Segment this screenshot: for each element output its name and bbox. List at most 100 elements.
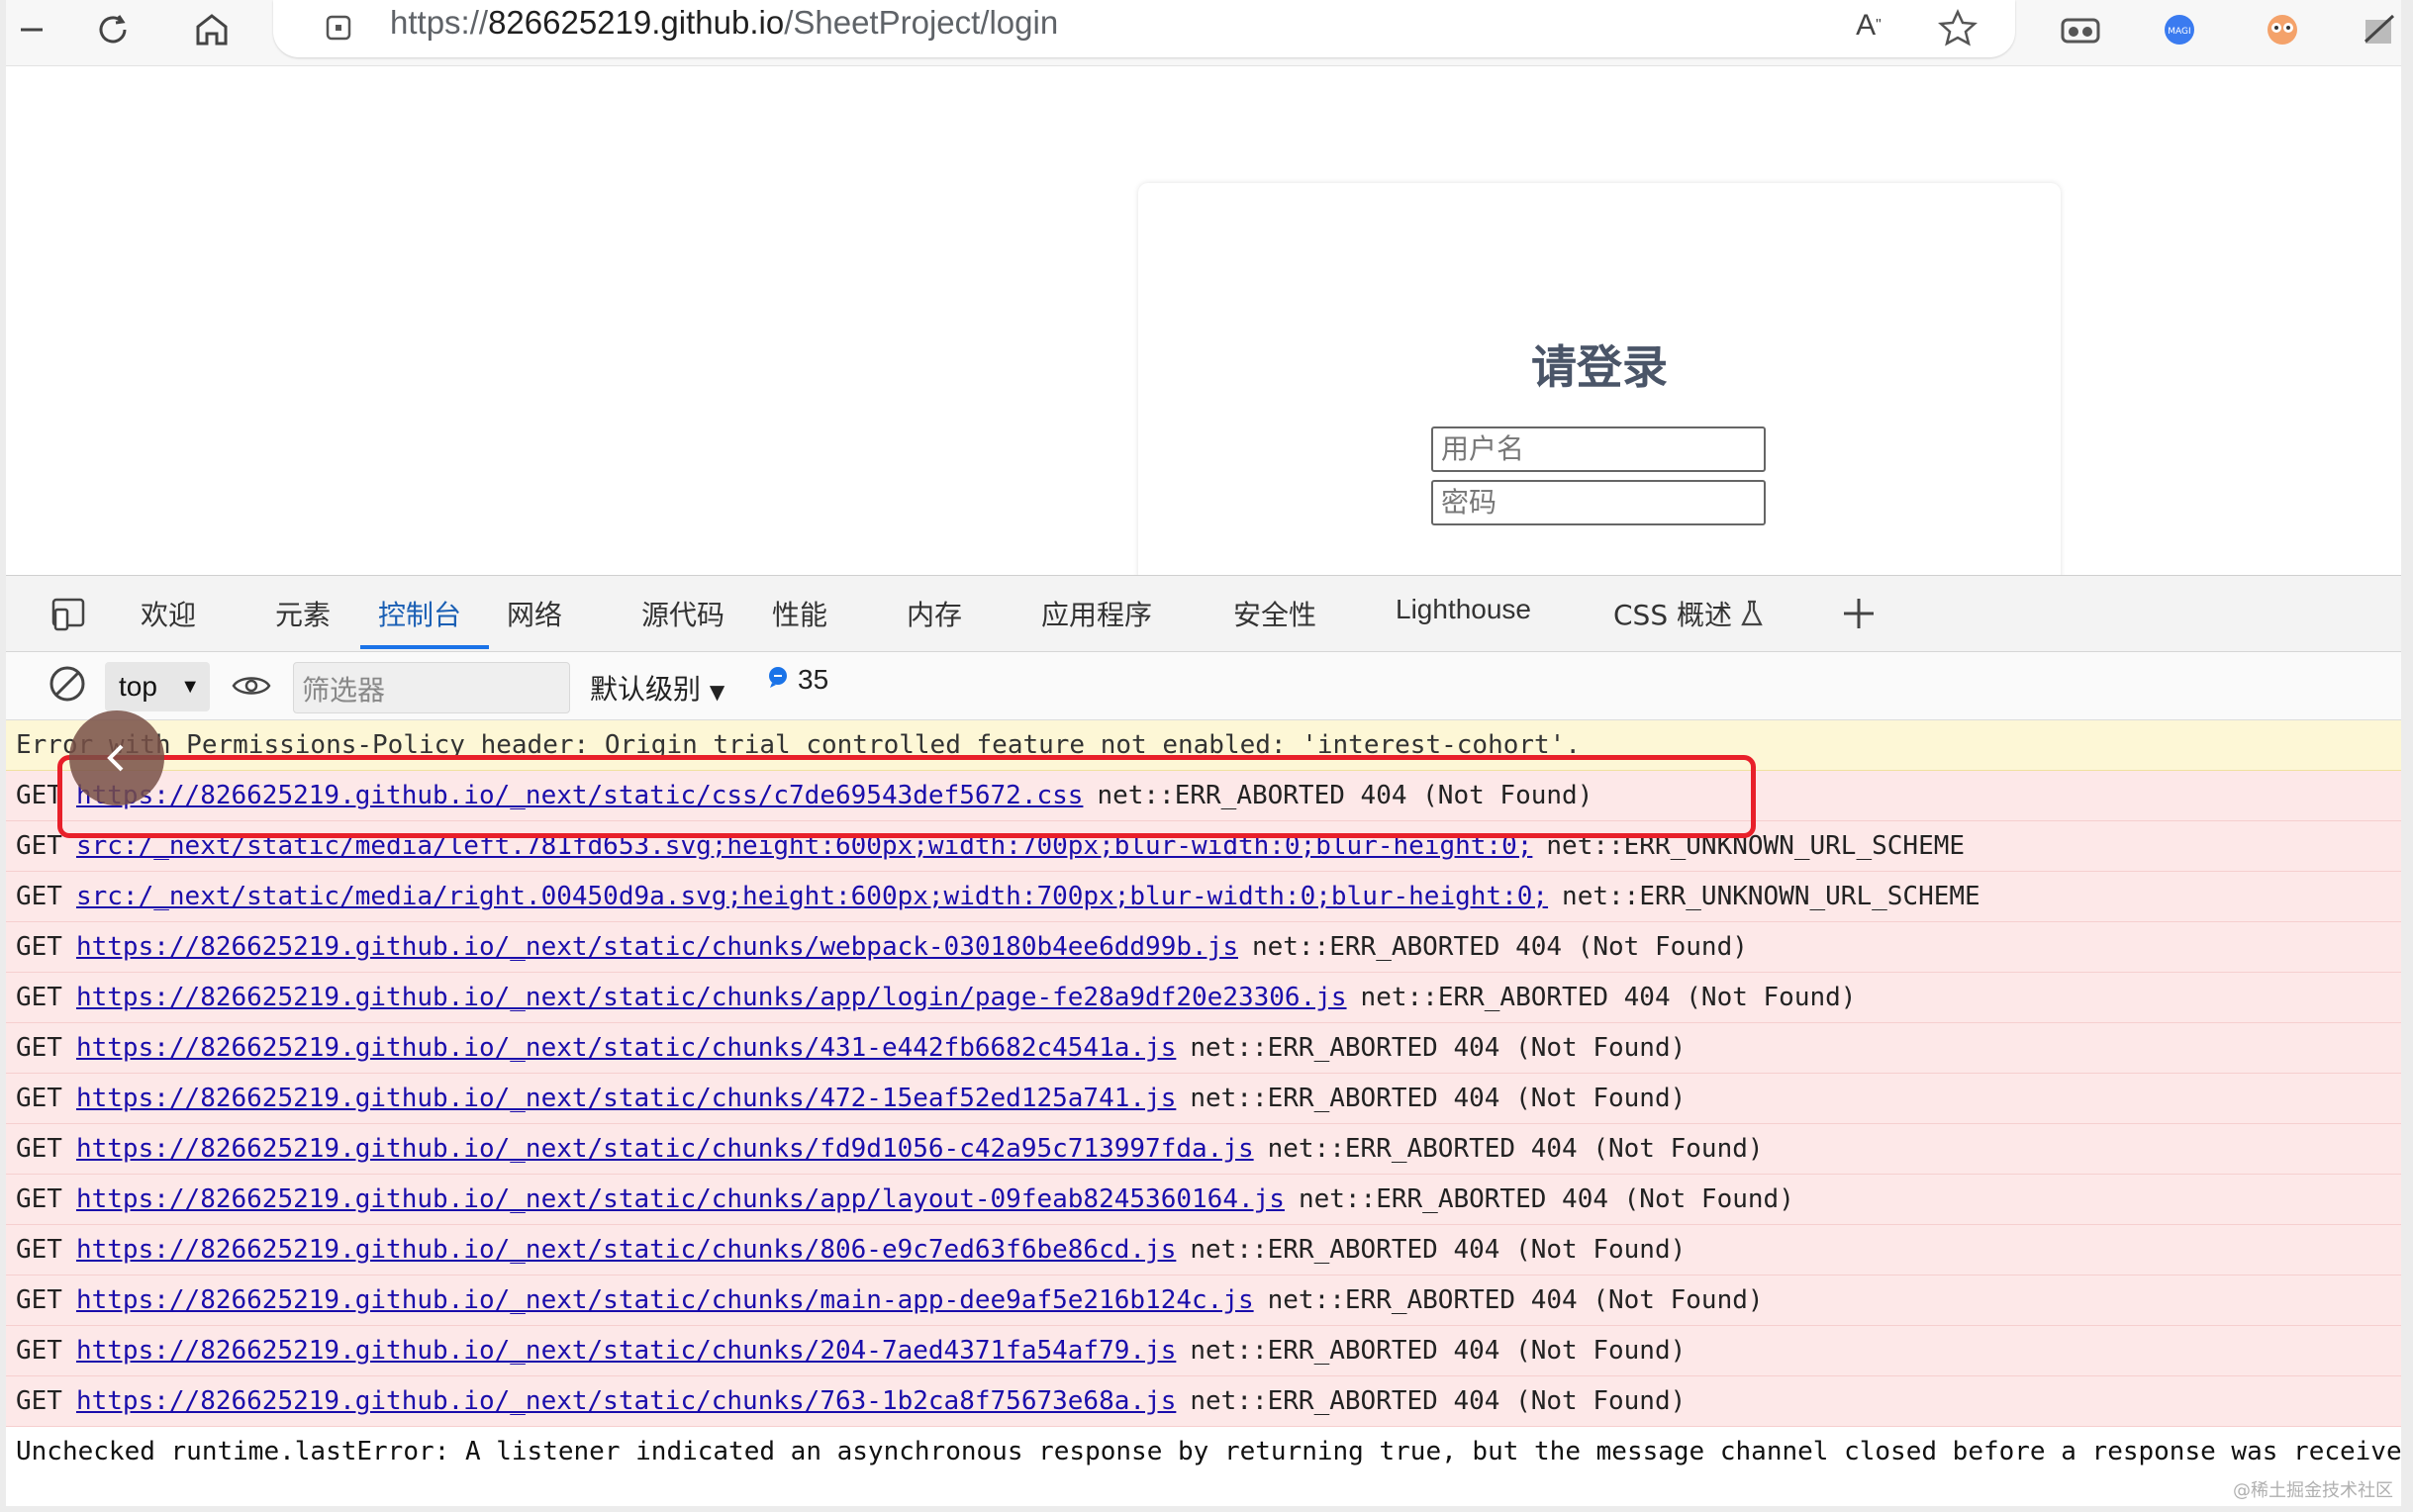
site-info-icon[interactable]	[313, 2, 364, 53]
request-method: GET	[16, 1386, 62, 1416]
add-tab-icon[interactable]	[1833, 588, 1884, 639]
tab-application[interactable]: 应用程序	[1041, 594, 1152, 633]
request-status: net::ERR_ABORTED 404 (Not Found)	[1190, 1336, 1687, 1366]
tab-security[interactable]: 安全性	[1233, 594, 1316, 633]
message-count[interactable]: 35	[766, 664, 828, 696]
request-method: GET	[16, 1134, 62, 1164]
tab-elements[interactable]: 元素	[275, 594, 331, 633]
home-icon[interactable]	[186, 4, 238, 55]
log-level-selector[interactable]: 默认级别 ▼	[590, 668, 724, 708]
request-status: net::ERR_ABORTED 404 (Not Found)	[1267, 1134, 1764, 1164]
tab-lighthouse[interactable]: Lighthouse	[1396, 594, 1531, 625]
devtools-panel: 欢迎 元素 控制台 网络 源代码 性能 内存 应用程序 安全性 Lighthou…	[6, 575, 2401, 1506]
password-input[interactable]: 密码	[1431, 480, 1766, 525]
extension-magic-icon[interactable]: MAGI	[2154, 4, 2205, 55]
clear-console-icon[interactable]	[42, 658, 93, 709]
request-status: net::ERR_ABORTED 404 (Not Found)	[1360, 983, 1857, 1012]
console-runtime-error-row: Unchecked runtime.lastError: A listener …	[6, 1427, 2401, 1477]
browser-window: https://826625219.github.io/SheetProject…	[6, 0, 2401, 1506]
request-method: GET	[16, 1285, 62, 1315]
request-method: GET	[16, 781, 62, 810]
console-request-row: GET https://826625219.github.io/_next/sta…	[6, 1124, 2401, 1175]
request-status: net::ERR_ABORTED 404 (Not Found)	[1190, 1033, 1687, 1063]
split-screen-icon[interactable]	[2055, 4, 2106, 55]
console-request-row: GET https://826625219.github.io/_next/sta…	[6, 1276, 2401, 1326]
url-host: 826625219.github.io	[488, 4, 785, 41]
chevron-left-icon	[107, 744, 124, 772]
request-method: GET	[16, 1336, 62, 1366]
svg-text:MAGI: MAGI	[2168, 27, 2190, 37]
extension-puzzle-icon[interactable]	[2354, 4, 2401, 55]
request-url-link[interactable]: https://826625219.github.io/_next/static…	[76, 1386, 1176, 1416]
request-method: GET	[16, 932, 62, 962]
console-request-row: GET https://826625219.github.io/_next/sta…	[6, 1175, 2401, 1225]
request-status: net::ERR_ABORTED 404 (Not Found)	[1190, 1386, 1687, 1416]
console-request-row: GET https://826625219.github.io/_next/sta…	[6, 1074, 2401, 1124]
request-method: GET	[16, 882, 62, 911]
request-status: net::ERR_UNKNOWN_URL_SCHEME	[1562, 882, 1980, 911]
request-url-link[interactable]: https://826625219.github.io/_next/static…	[76, 983, 1347, 1012]
console-request-row: GET https://826625219.github.io/_next/sta…	[6, 1326, 2401, 1376]
console-request-row: GET src:/_next/static/media/right.00450d9…	[6, 872, 2401, 922]
console-filter-bar: top ▼ 筛选器 默认级别 ▼ 35	[6, 652, 2401, 720]
request-url-link[interactable]: src:/_next/static/media/right.00450d9a.s…	[76, 882, 1548, 911]
request-url-link[interactable]: https://826625219.github.io/_next/static…	[76, 1336, 1176, 1366]
dropdown-arrow-icon: ▼	[180, 676, 200, 698]
request-url-link[interactable]: https://826625219.github.io/_next/static…	[76, 1235, 1176, 1265]
overlay-back-button[interactable]	[69, 710, 164, 805]
console-output: Error with Permissions-Policy header: Or…	[6, 720, 2401, 1506]
tab-css-overview-label: CSS 概述	[1613, 599, 1732, 631]
devtools-tab-bar: 欢迎 元素 控制台 网络 源代码 性能 内存 应用程序 安全性 Lighthou…	[6, 576, 2401, 652]
console-filter-input[interactable]: 筛选器	[293, 662, 570, 713]
request-method: GET	[16, 983, 62, 1012]
log-level-value: 默认级别	[590, 673, 702, 706]
read-aloud-icon[interactable]: A "	[1843, 0, 1894, 51]
request-method: GET	[16, 1033, 62, 1063]
url-scheme: https://	[390, 4, 489, 41]
request-status: net::ERR_ABORTED 404 (Not Found)	[1267, 1285, 1764, 1315]
url-text[interactable]: https://826625219.github.io/SheetProject…	[390, 4, 1058, 42]
flask-icon	[1741, 600, 1763, 634]
tab-memory[interactable]: 内存	[907, 594, 962, 633]
console-request-row: GET https://826625219.github.io/_next/sta…	[6, 973, 2401, 1023]
request-method: GET	[16, 1235, 62, 1265]
tab-console[interactable]: 控制台	[378, 594, 461, 633]
request-status: net::ERR_ABORTED 404 (Not Found)	[1190, 1084, 1687, 1113]
back-icon[interactable]	[6, 4, 57, 55]
annotation-highlight-box	[57, 755, 1756, 838]
tab-css-overview[interactable]: CSS 概述	[1613, 594, 1763, 634]
request-method: GET	[16, 1184, 62, 1214]
active-tab-indicator	[360, 645, 489, 649]
tab-welcome[interactable]: 欢迎	[141, 594, 196, 633]
live-expression-eye-icon[interactable]	[226, 660, 277, 711]
device-toolbar-icon[interactable]	[44, 588, 95, 639]
dropdown-arrow-icon: ▼	[709, 680, 725, 704]
reload-icon[interactable]	[87, 4, 139, 55]
request-url-link[interactable]: https://826625219.github.io/_next/static…	[76, 1084, 1176, 1113]
request-method: GET	[16, 1084, 62, 1113]
request-method: GET	[16, 831, 62, 861]
message-count-value: 35	[798, 664, 829, 695]
request-url-link[interactable]: https://826625219.github.io/_next/static…	[76, 1184, 1285, 1214]
request-url-link[interactable]: https://826625219.github.io/_next/static…	[76, 1285, 1254, 1315]
request-url-link[interactable]: https://826625219.github.io/_next/static…	[76, 1033, 1176, 1063]
username-input[interactable]: 用户名	[1431, 426, 1766, 472]
tab-network[interactable]: 网络	[507, 594, 562, 633]
extension-owl-icon[interactable]	[2257, 4, 2308, 55]
request-status: net::ERR_ABORTED 404 (Not Found)	[1298, 1184, 1794, 1214]
request-status: net::ERR_ABORTED 404 (Not Found)	[1190, 1235, 1687, 1265]
context-selector[interactable]: top ▼	[105, 662, 210, 711]
address-bar[interactable]: https://826625219.github.io/SheetProject…	[273, 0, 2015, 57]
console-request-row: GET https://826625219.github.io/_next/sta…	[6, 1023, 2401, 1074]
browser-toolbar: https://826625219.github.io/SheetProject…	[6, 0, 2401, 66]
request-url-link[interactable]: https://826625219.github.io/_next/static…	[76, 932, 1238, 962]
favorite-star-icon[interactable]	[1932, 2, 1983, 53]
context-selector-value: top	[119, 671, 157, 702]
url-path: /SheetProject/login	[784, 4, 1059, 41]
login-card: 请登录 用户名 密码	[1138, 183, 2061, 575]
tab-sources[interactable]: 源代码	[641, 594, 724, 633]
tab-performance[interactable]: 性能	[772, 594, 827, 633]
page-viewport: 请登录 用户名 密码	[6, 66, 2401, 575]
message-bubble-icon	[766, 664, 790, 696]
request-url-link[interactable]: https://826625219.github.io/_next/static…	[76, 1134, 1254, 1164]
